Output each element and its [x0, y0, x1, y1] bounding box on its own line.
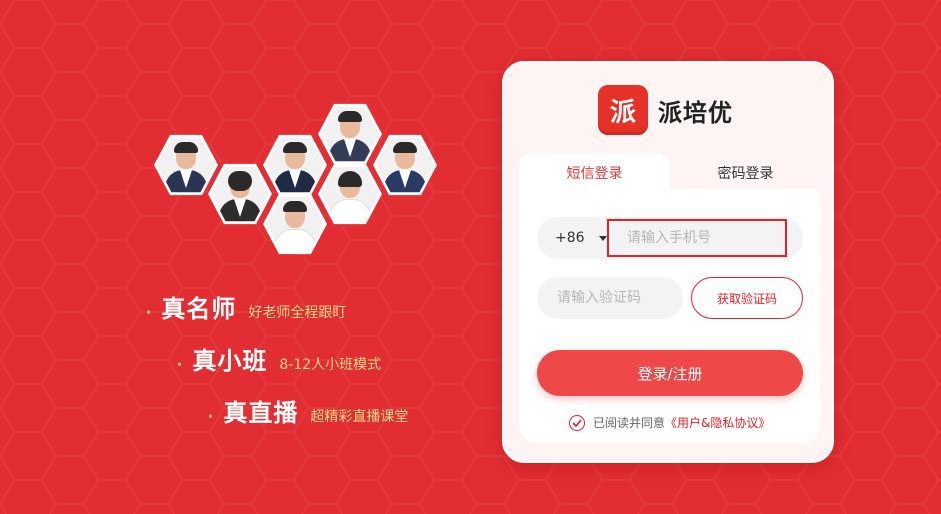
feature-title: 真小班: [192, 347, 268, 375]
bullet: ·: [208, 409, 214, 425]
agreement-row: 已阅读并同意 《用户&隐私协议》: [569, 414, 770, 431]
tab-password-login[interactable]: 密码登录: [670, 153, 821, 193]
feature-subtitle: 好老师全程跟盯: [248, 305, 347, 321]
feature-item: · 真名师 好老师全程跟盯: [146, 289, 346, 324]
feature-title: 真名师: [161, 295, 237, 323]
login-form: +86 获取验证码 登录/注册 已阅读并同意 《用户&隐私协议》: [519, 189, 821, 443]
bullet: ·: [146, 305, 152, 321]
page-background: · 真名师 好老师全程跟盯 · 真小班 8-12人小班模式 · 真直播 超精彩直…: [0, 0, 941, 514]
verification-code-input[interactable]: [537, 277, 683, 319]
app-logo: 派: [598, 85, 648, 135]
login-card: 派 派培优 短信登录 密码登录 +86 获取验证码 登录/注册 已阅读并同意 《…: [502, 61, 834, 463]
phone-input[interactable]: [607, 219, 787, 257]
feature-item: · 真直播 超精彩直播课堂: [208, 393, 408, 428]
feature-subtitle: 8-12人小班模式: [279, 357, 382, 373]
get-code-button[interactable]: 获取验证码: [691, 277, 803, 319]
checkbox-checked-icon[interactable]: [569, 414, 585, 431]
phone-field-group: +86: [537, 217, 803, 259]
bullet: ·: [177, 357, 183, 373]
login-tabs: 短信登录 密码登录: [519, 153, 821, 193]
login-register-button[interactable]: 登录/注册: [537, 350, 803, 396]
chevron-down-icon[interactable]: [599, 236, 607, 241]
brand-name: 派培优: [658, 98, 733, 127]
agreement-text: 已阅读并同意: [593, 416, 666, 430]
feature-item: · 真小班 8-12人小班模式: [177, 341, 381, 376]
agreement-link[interactable]: 《用户&隐私协议》: [665, 414, 770, 431]
brand: 派 派培优: [598, 85, 733, 135]
feature-subtitle: 超精彩直播课堂: [310, 409, 409, 425]
feature-title: 真直播: [223, 399, 299, 427]
country-code-select[interactable]: +86: [555, 217, 585, 259]
tab-sms-login[interactable]: 短信登录: [519, 153, 670, 193]
